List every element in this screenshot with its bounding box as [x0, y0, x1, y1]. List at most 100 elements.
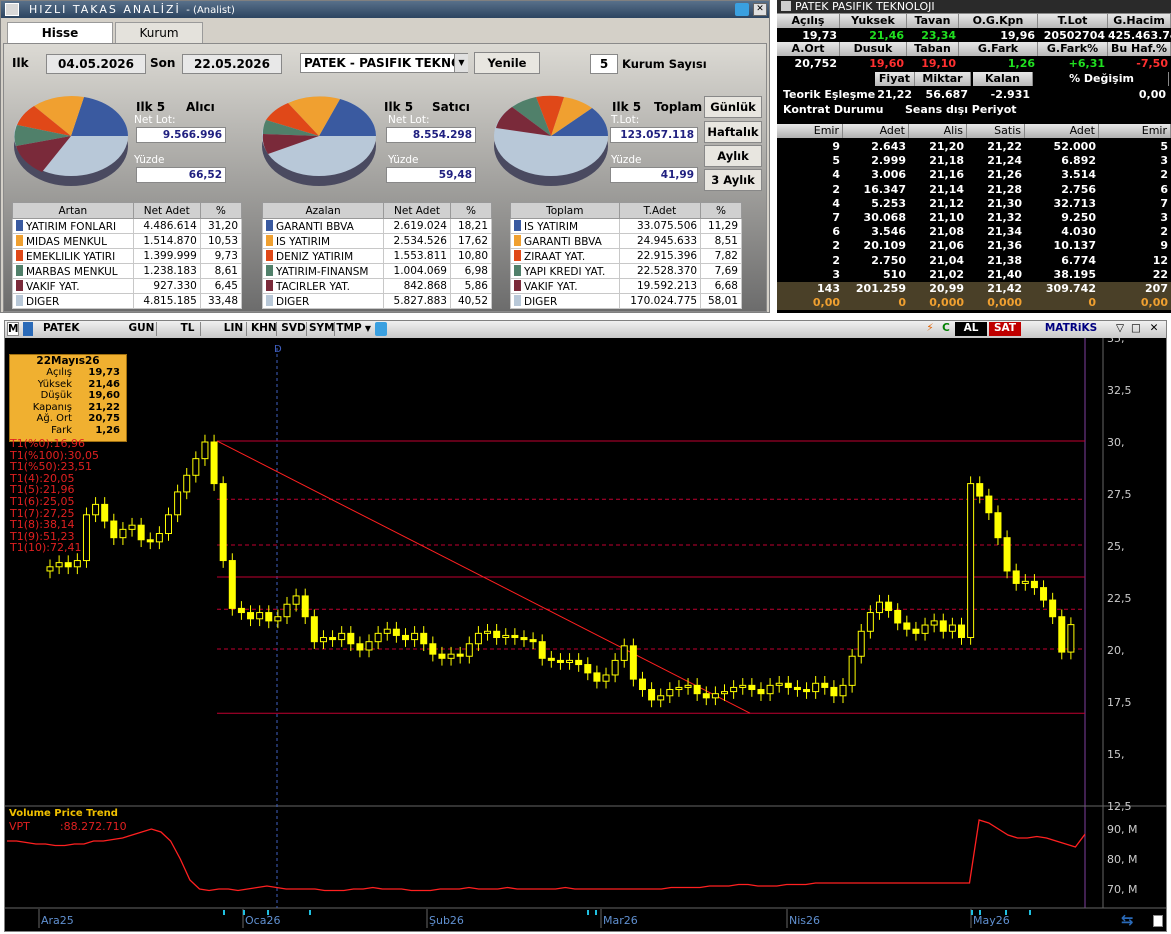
table-header[interactable]: %: [700, 202, 742, 219]
table-row[interactable]: DENIZ YATIRIM 1.553.811 10,80: [261, 248, 493, 264]
table-header[interactable]: Net Adet: [383, 202, 451, 219]
table-header[interactable]: Azalan: [261, 202, 385, 219]
depth-header[interactable]: Alis: [909, 124, 967, 138]
quote-value: 19,96: [1000, 29, 1035, 42]
table-row[interactable]: IS YATIRIM 2.534.526 17,62: [261, 233, 493, 249]
table-row[interactable]: TACIRLER YAT. 842.868 5,86: [261, 278, 493, 294]
sync-icon[interactable]: ⇆: [1121, 911, 1149, 929]
twitter-icon[interactable]: [735, 3, 749, 16]
table-header[interactable]: %: [199, 202, 243, 219]
broker-cell: MIDAS MENKUL: [12, 233, 134, 249]
twitter-icon[interactable]: [375, 322, 387, 336]
table-row[interactable]: YAPI KREDI YAT. 22.528.370 7,69: [510, 263, 742, 279]
table-row[interactable]: DIGER 5.827.883 40,52: [261, 293, 493, 309]
depth-header[interactable]: Satis: [967, 124, 1025, 138]
close-icon[interactable]: ✕: [753, 3, 767, 16]
color-swatch: [514, 234, 521, 246]
chart-settings-icon[interactable]: [23, 322, 33, 336]
end-date-field[interactable]: 22.05.2026: [182, 54, 282, 74]
toolbar-tl[interactable]: TL: [175, 322, 201, 336]
depth-cell: 5: [832, 154, 840, 168]
chevron-down-icon[interactable]: ▼: [454, 54, 468, 72]
table-row[interactable]: IS YATIRIM 33.075.506 11,29: [510, 218, 742, 234]
broker-name: DENIZ YATIRIM: [276, 250, 354, 263]
depth-cell: 3: [1160, 154, 1168, 168]
depth-header[interactable]: Emir: [777, 124, 843, 138]
candle-body: [1067, 624, 1075, 653]
table-header[interactable]: T.Adet: [618, 202, 702, 219]
candle-body: [174, 491, 182, 516]
chart-menu-icon[interactable]: M: [7, 322, 19, 336]
toolbar-lin[interactable]: LIN: [221, 322, 247, 336]
tab-kurum[interactable]: Kurum: [115, 22, 203, 43]
broker-name: DIGER: [524, 295, 558, 308]
table-row[interactable]: DIGER 170.024.775 58,01: [510, 293, 742, 309]
candle-body: [775, 682, 783, 686]
table-row[interactable]: YATIRIM-FINANSM 1.004.069 6,98: [261, 263, 493, 279]
table-header[interactable]: %: [449, 202, 493, 219]
period-aylik-button[interactable]: Aylık: [704, 145, 762, 167]
refresh-icon[interactable]: C: [939, 322, 953, 336]
maximize-icon[interactable]: □: [1129, 322, 1143, 336]
pie-kind-toplam: Toplam: [654, 100, 703, 114]
period-haftalik-button[interactable]: Haftalık: [704, 121, 762, 143]
sat-button[interactable]: SAT: [989, 322, 1021, 336]
chart-symbol: PATEK: [43, 322, 80, 334]
stock-select[interactable]: PATEK - PASIFIK TEKNO: [300, 53, 468, 73]
color-swatch: [514, 294, 521, 306]
teorik-label: Teorik Eşleşme: [783, 88, 876, 101]
depth-header[interactable]: Adet: [1025, 124, 1099, 138]
tab-hisse[interactable]: Hisse: [7, 22, 113, 43]
period-gunluk-button[interactable]: Günlük: [704, 96, 762, 118]
toolbar-svd[interactable]: SVD: [281, 322, 307, 336]
depth-header[interactable]: Adet: [843, 124, 909, 138]
pct-cell: 9,73: [199, 248, 243, 264]
table-row[interactable]: YATIRIM FONLARI 4.486.614 31,20: [12, 218, 243, 234]
refresh-button[interactable]: Yenile: [474, 52, 540, 74]
chart-canvas[interactable]: 12,5 15, 17,5 20, 22,5 25, 27,5 30, 32,5 35, D 90, …: [5, 338, 1166, 931]
scroll-lock-icon[interactable]: [1153, 915, 1163, 927]
table-row[interactable]: EMEKLILIK YATIRI 1.399.999 9,73: [12, 248, 243, 264]
table-header[interactable]: Toplam: [510, 202, 620, 219]
toolbar-sym[interactable]: SYM: [309, 322, 335, 336]
kurum-count-field[interactable]: 5: [590, 54, 618, 74]
pct-cell: 7,82: [700, 248, 742, 264]
candle-body: [730, 686, 738, 693]
table-row[interactable]: VAKIF YAT. 927.330 6,45: [12, 278, 243, 294]
candle-body: [1003, 537, 1011, 572]
y-tick-label: 30,: [1107, 436, 1125, 449]
candle-body: [939, 620, 947, 632]
period-3aylik-button[interactable]: 3 Aylık: [704, 169, 762, 191]
chevron-down-icon[interactable]: ▼: [363, 322, 373, 336]
candle-body: [392, 628, 400, 636]
depth-cell: 6.892: [1061, 154, 1096, 168]
x-axis-label: Şub26: [429, 914, 464, 927]
candle-body: [529, 639, 537, 643]
minimize-icon[interactable]: ▽: [1113, 322, 1127, 336]
table-header[interactable]: Net Adet: [132, 202, 201, 219]
lightning-icon[interactable]: ⚡: [923, 322, 937, 336]
ohlc-value: 1,26: [95, 424, 120, 436]
depth-header[interactable]: Emir: [1099, 124, 1171, 138]
pct-cell: 5,86: [449, 278, 493, 294]
ohlc-label: Fark: [51, 424, 72, 436]
broker-name: GARANTI BBVA: [276, 220, 354, 233]
close-icon[interactable]: ✕: [1147, 322, 1161, 336]
start-date-field[interactable]: 04.05.2026: [46, 54, 146, 74]
table-row[interactable]: GARANTI BBVA 2.619.024 18,21: [261, 218, 493, 234]
table-row[interactable]: MIDAS MENKUL 1.514.870 10,53: [12, 233, 243, 249]
table-row[interactable]: DIGER 4.815.185 33,48: [12, 293, 243, 309]
y-tick-label: 32,5: [1107, 384, 1132, 397]
depth-total-cell: 21,42: [967, 282, 1025, 296]
al-button[interactable]: AL: [955, 322, 987, 336]
table-row[interactable]: GARANTI BBVA 24.945.633 8,51: [510, 233, 742, 249]
table-row[interactable]: VAKIF YAT. 19.592.213 6,68: [510, 278, 742, 294]
broker-cell: GARANTI BBVA: [261, 218, 385, 234]
table-header[interactable]: Artan: [12, 202, 134, 219]
candle-body: [210, 441, 218, 485]
toolbar-tmp[interactable]: TMP: [335, 322, 363, 336]
table-row[interactable]: MARBAS MENKUL 1.238.183 8,61: [12, 263, 243, 279]
toolbar-khn[interactable]: KHN: [251, 322, 277, 336]
table-row[interactable]: ZIRAAT YAT. 22.915.396 7,82: [510, 248, 742, 264]
toolbar-gun[interactable]: GUN: [127, 322, 157, 336]
